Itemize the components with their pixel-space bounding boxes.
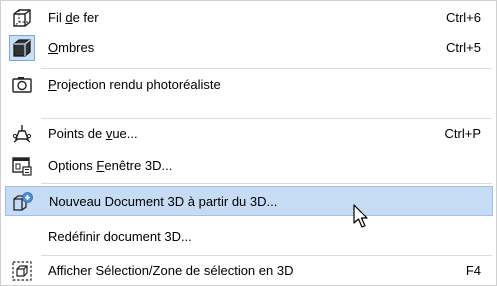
menu-item-shortcut: Ctrl+P [444,126,481,141]
window-options-icon [10,154,34,178]
menu-item-shortcut: Ctrl+6 [445,10,481,25]
menu-item-shortcut: F4 [465,263,481,278]
shadows-icon [9,35,35,61]
menu-item-label: Projection rendu photoréaliste [48,77,221,92]
menu-item-label: Options Fenêtre 3D... [48,158,173,173]
menu-item-label: Nouveau Document 3D à partir du 3D... [49,194,278,209]
menu-item-redefine-3d-document[interactable]: Redéfinir document 3D... [5,222,493,252]
menu-item-label: Points de vue... [48,126,138,141]
menu-item-shadows[interactable]: Ombres Ctrl+5 [5,33,493,63]
menu-item-label: Ombres [48,40,95,55]
menu-separator [41,68,492,69]
menu-item-viewpoints[interactable]: Points de vue... Ctrl+P [5,119,493,149]
wireframe-icon [10,6,34,30]
selection-3d-icon [10,259,34,283]
menu-item-label: Redéfinir document 3D... [48,229,192,244]
menu-item-photorealistic-render[interactable]: Projection rendu photoréaliste [5,70,493,100]
camera-icon [10,73,34,97]
menu-item-3d-window-options[interactable]: Options Fenêtre 3D... [5,151,493,181]
mouse-pointer-icon [353,204,368,228]
menu-item-wireframe[interactable]: Fil de fer Ctrl+6 [5,3,493,33]
new-3d-document-icon [11,190,35,214]
menu-item-show-selection-3d[interactable]: Afficher Sélection/Zone de sélection en … [5,256,493,286]
context-menu: Fil de fer Ctrl+6 Ombres Ctrl+5 Projecti… [0,0,497,286]
menu-separator [41,183,492,184]
menu-item-new-3d-document[interactable]: Nouveau Document 3D à partir du 3D... [5,186,493,216]
menu-item-label: Fil de fer [48,10,99,25]
menu-item-shortcut: Ctrl+5 [445,40,481,55]
menu-item-label: Afficher Sélection/Zone de sélection en … [48,263,294,278]
viewpoints-icon [10,122,34,146]
